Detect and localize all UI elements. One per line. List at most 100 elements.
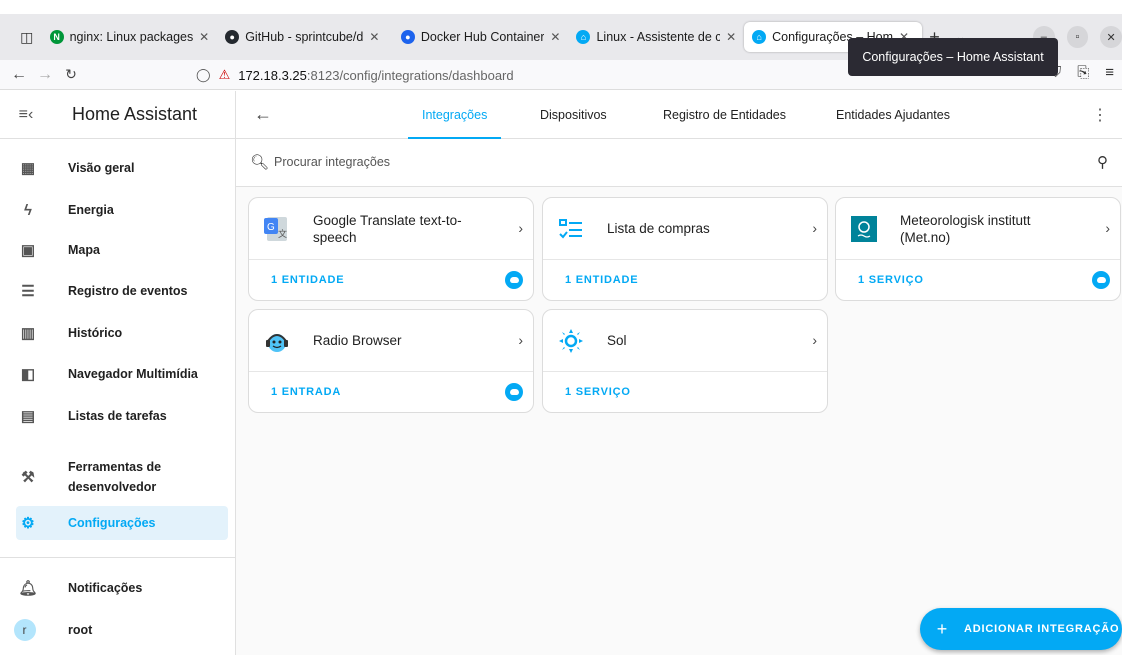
chevron-right-icon[interactable]: › — [812, 332, 817, 348]
integration-card-lista-compras[interactable]: Lista de compras › 1 ENTIDADE — [542, 197, 828, 301]
map-icon: ▣ — [20, 242, 36, 259]
card-header[interactable]: Sol › — [543, 310, 827, 372]
entries-link[interactable]: 1 ENTRADA — [271, 386, 341, 398]
lightning-icon: ϟ — [24, 201, 32, 219]
add-integration-label: ADICIONAR INTEGRAÇÃO — [964, 623, 1120, 635]
met-no-icon — [850, 215, 878, 243]
services-link[interactable]: 1 SERVIÇO — [565, 386, 631, 398]
integration-card-met-no[interactable]: Meteorologisk institutt (Met.no) › 1 SER… — [835, 197, 1121, 301]
maximize-icon[interactable]: ▫ — [1066, 26, 1089, 48]
shield-icon[interactable]: ◯ — [196, 67, 211, 83]
tab-registro-entidades[interactable]: Registro de Entidades — [663, 91, 786, 139]
home-assistant-icon: ⌂ — [576, 30, 591, 44]
url-host: 172.18.3.25 — [238, 67, 307, 83]
home-assistant-icon: ⌂ — [752, 30, 767, 44]
menu-collapse-icon[interactable]: ≡‹ — [0, 106, 52, 124]
search-icon: 🔍︎ — [250, 154, 270, 171]
close-icon[interactable]: ✕ — [550, 30, 560, 44]
sidebar-item-label: Listas de tarefas — [68, 409, 167, 423]
reload-icon[interactable]: ↻ — [58, 66, 84, 83]
sidebar-item-registro-eventos[interactable]: ☰ Registro de eventos — [16, 276, 228, 306]
chevron-right-icon[interactable]: › — [518, 332, 523, 348]
close-icon[interactable]: ✕ — [369, 30, 379, 44]
extensions-icon[interactable]: ⎘ — [1077, 64, 1089, 81]
lock-icon[interactable]: ⚠ — [219, 67, 231, 83]
nginx-icon: N — [49, 30, 64, 44]
tab-list-icon[interactable]: ◫ — [12, 22, 42, 52]
url-path: :8123/config/integrations/dashboard — [306, 67, 514, 83]
tab-integracoes[interactable]: Integrações — [407, 91, 502, 139]
window-close-icon[interactable]: ✕ — [1100, 26, 1122, 48]
tab-entidades-ajudantes[interactable]: Entidades Ajudantes — [836, 91, 950, 139]
cog-icon: ⚙ — [21, 515, 35, 532]
integration-card-google-translate[interactable]: G文 Google Translate text-to-speech › 1 E… — [248, 197, 534, 301]
back-arrow-icon[interactable]: ← — [254, 104, 272, 125]
nav-right-tools: ⛉ ⎘ ≡ — [1050, 64, 1114, 81]
sidebar-item-user[interactable]: r root — [13, 615, 228, 645]
sidebar-header: ≡‹ Home Assistant — [0, 91, 235, 139]
plus-icon: + — [936, 618, 948, 639]
card-header[interactable]: Radio Browser › — [249, 310, 533, 372]
cloud-icon — [505, 271, 523, 289]
close-icon[interactable]: ✕ — [726, 30, 736, 44]
browser-tab-linux-assistente[interactable]: ⌂ Linux - Assistente de c ✕ — [568, 22, 744, 52]
browser-tab-github[interactable]: ● GitHub - sprintcube/d ✕ — [217, 22, 393, 52]
search-input[interactable]: Procurar integrações — [274, 155, 390, 169]
services-link[interactable]: 1 SERVIÇO — [858, 274, 924, 286]
integration-name: Sol — [607, 333, 627, 348]
sidebar-item-mapa[interactable]: ▣ Mapa — [16, 235, 228, 265]
sidebar-item-historico[interactable]: ▥ Histórico — [16, 318, 228, 348]
clipboard-icon: ▤ — [20, 408, 36, 425]
close-icon[interactable]: ✕ — [199, 30, 209, 44]
menu-icon[interactable]: ≡ — [1105, 64, 1114, 81]
avatar: r — [13, 619, 36, 641]
chevron-right-icon[interactable]: › — [812, 220, 817, 236]
entities-link[interactable]: 1 ENTIDADE — [271, 274, 344, 286]
checklist-icon — [557, 215, 585, 243]
cloud-icon — [505, 383, 523, 401]
overflow-menu-icon[interactable]: ⋮ — [1092, 105, 1108, 125]
forward-arrow-icon[interactable]: → — [32, 66, 58, 84]
card-header[interactable]: G文 Google Translate text-to-speech › — [249, 198, 533, 260]
tab-title: Docker Hub Container — [420, 30, 545, 44]
back-arrow-icon[interactable]: ← — [6, 66, 32, 84]
sidebar-item-visao-geral[interactable]: ▦ Visão geral — [16, 153, 228, 183]
sidebar-divider — [0, 557, 236, 558]
card-footer: 1 SERVIÇO — [543, 372, 827, 412]
card-header[interactable]: Lista de compras › — [543, 198, 827, 260]
sidebar-item-label: Registro de eventos — [68, 284, 188, 298]
svg-text:文: 文 — [278, 228, 287, 239]
sidebar-item-label: Mapa — [68, 243, 100, 257]
sidebar-item-notificacoes[interactable]: 🔔︎ Notificações — [16, 573, 228, 603]
sidebar-item-configuracoes[interactable]: ⚙ Configurações — [16, 506, 228, 540]
filter-icon[interactable]: ⚲ — [1097, 153, 1108, 171]
sidebar-item-listas-tarefas[interactable]: ▤ Listas de tarefas — [16, 401, 228, 431]
card-footer: 1 ENTRADA — [249, 372, 533, 412]
add-integration-button[interactable]: + ADICIONAR INTEGRAÇÃO — [920, 608, 1122, 650]
list-icon: ☰ — [21, 283, 35, 300]
sidebar-item-energia[interactable]: ϟ Energia — [16, 195, 228, 225]
card-footer: 1 ENTIDADE — [543, 260, 827, 300]
cloud-icon — [1092, 271, 1110, 289]
browser-tab-docker[interactable]: ● Docker Hub Container ✕ — [393, 22, 569, 52]
chart-icon: ▥ — [20, 325, 36, 342]
radio-browser-icon — [263, 327, 291, 355]
chevron-right-icon[interactable]: › — [1105, 220, 1110, 236]
docker-icon: ● — [400, 30, 415, 44]
sidebar-item-navegador-multimidia[interactable]: ◧ Navegador Multimídia — [16, 359, 228, 389]
entities-link[interactable]: 1 ENTIDADE — [565, 274, 638, 286]
sidebar-item-label: Energia — [68, 203, 114, 217]
dashboard-icon: ▦ — [20, 160, 36, 177]
integration-name: Google Translate text-to-speech — [313, 212, 462, 245]
card-header[interactable]: Meteorologisk institutt (Met.no) › — [836, 198, 1120, 260]
chevron-right-icon[interactable]: › — [518, 220, 523, 236]
integration-card-radio-browser[interactable]: Radio Browser › 1 ENTRADA — [248, 309, 534, 413]
tab-dispositivos[interactable]: Dispositivos — [540, 91, 607, 139]
search-bar: 🔍︎ Procurar integrações ⚲ — [236, 139, 1122, 187]
integration-card-sol[interactable]: Sol › 1 SERVIÇO — [542, 309, 828, 413]
browser-tab-nginx[interactable]: N nginx: Linux packages ✕ — [42, 22, 218, 52]
sidebar-item-label: Visão geral — [68, 161, 135, 175]
card-footer: 1 ENTIDADE — [249, 260, 533, 300]
config-tabs: ← Integrações Dispositivos Registro de E… — [236, 91, 1122, 139]
sidebar-item-ferramentas[interactable]: ⚒ Ferramentas de desenvolvedor — [16, 455, 228, 499]
